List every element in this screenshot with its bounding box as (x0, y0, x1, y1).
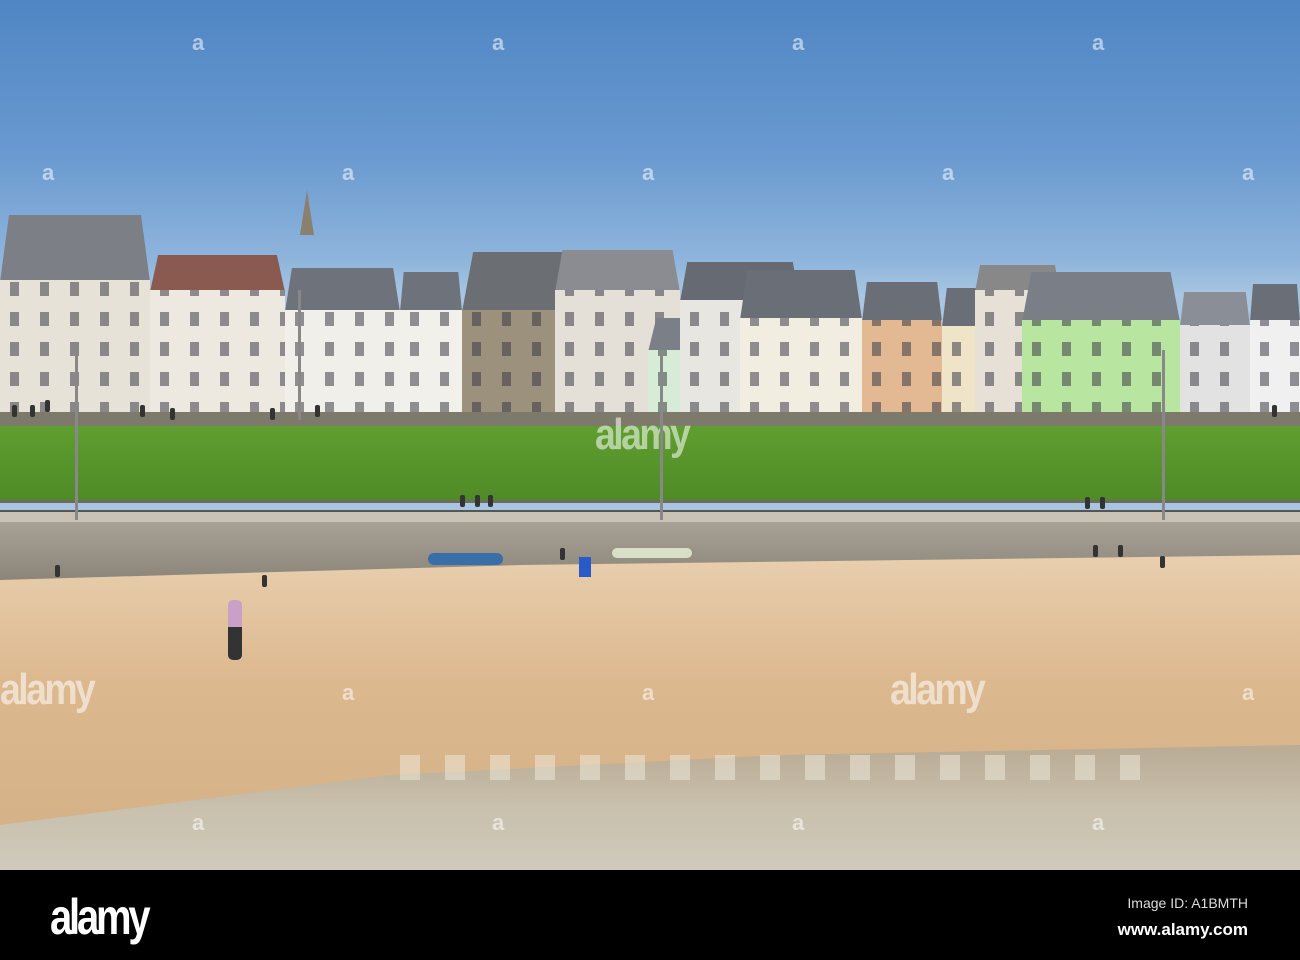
person (475, 495, 480, 507)
facade (1180, 325, 1250, 416)
watermark-mark: a (492, 30, 505, 55)
reflections (400, 755, 1160, 780)
facade (150, 290, 285, 416)
person (315, 405, 320, 417)
person (140, 405, 145, 417)
person (12, 405, 17, 417)
person (45, 400, 50, 412)
house (1022, 272, 1180, 416)
house (740, 270, 862, 416)
watermark-mark: a (792, 30, 805, 55)
facade (285, 310, 400, 416)
lamp-post (1162, 350, 1165, 520)
roof (740, 270, 862, 320)
person (460, 495, 465, 507)
facade (1250, 320, 1300, 416)
facade (862, 320, 942, 416)
watermark-mark: a (192, 810, 205, 835)
walking-person (228, 600, 242, 660)
person (1100, 497, 1105, 509)
person (262, 575, 267, 587)
house (400, 272, 462, 416)
facade (1022, 320, 1180, 416)
watermark-mark: a (192, 30, 205, 55)
watermark: alamy (890, 665, 986, 714)
inflatable-boat (612, 548, 692, 558)
person (1118, 545, 1123, 557)
house (862, 282, 942, 416)
person (1272, 405, 1277, 417)
roof (862, 282, 942, 322)
roof (555, 250, 680, 292)
person (1160, 556, 1165, 568)
lamp-post (660, 350, 663, 520)
house (1180, 292, 1250, 416)
roof (400, 272, 462, 312)
inflatable-boat (428, 553, 503, 565)
watermark-mark: a (642, 680, 655, 705)
person (1085, 497, 1090, 509)
person (270, 408, 275, 420)
beach-photo: alamy alamy alamy a a a a a a a a a a a a a a a a (0, 0, 1300, 870)
person (30, 405, 35, 417)
watermark-mark: a (942, 160, 955, 185)
house (285, 268, 400, 416)
watermark-mark: a (1242, 160, 1255, 185)
watermark: alamy (0, 665, 96, 714)
watermark-mark: a (1242, 680, 1255, 705)
roof (1180, 292, 1250, 327)
site-url[interactable]: www.alamy.com (1118, 920, 1248, 940)
person (1093, 545, 1098, 557)
watermark-mark: a (792, 810, 805, 835)
roof (150, 255, 285, 292)
image-id: Image ID: A1BMTH (1127, 895, 1248, 911)
watermark: alamy (595, 410, 691, 459)
promenade-railing (0, 500, 1300, 522)
alamy-logo: alamy (50, 889, 151, 945)
house (150, 255, 285, 416)
house (1250, 284, 1300, 416)
watermark-mark: a (1092, 30, 1105, 55)
person (170, 408, 175, 420)
person (55, 565, 60, 577)
watermark-mark: a (42, 160, 55, 185)
facade (400, 310, 462, 416)
blue-barrel (579, 557, 591, 577)
lamp-post (298, 290, 301, 420)
facade (740, 318, 862, 416)
watermark-mark: a (342, 680, 355, 705)
lamp-post (75, 350, 78, 520)
roof (1022, 272, 1180, 322)
watermark-mark: a (342, 160, 355, 185)
roof (0, 215, 150, 282)
watermark-mark: a (492, 810, 505, 835)
watermark-mark: a (642, 160, 655, 185)
watermark-mark: a (1092, 810, 1105, 835)
roof (285, 268, 400, 312)
person (560, 548, 565, 560)
person (488, 495, 493, 507)
roof (1250, 284, 1300, 322)
church-spire (300, 190, 314, 235)
